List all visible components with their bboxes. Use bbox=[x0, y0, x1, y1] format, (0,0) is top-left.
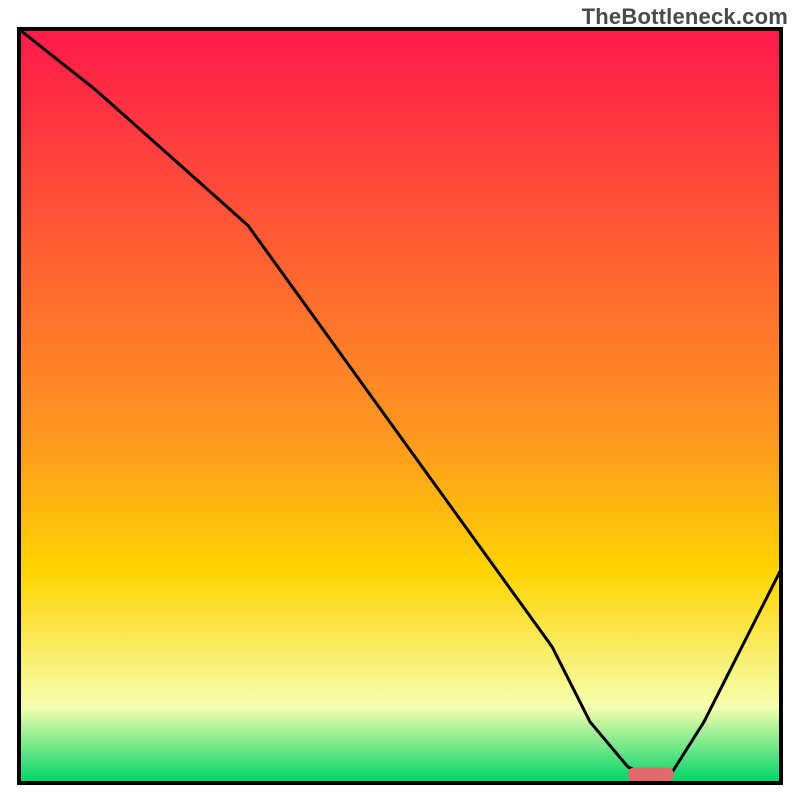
optimal-range-marker bbox=[628, 768, 674, 782]
gradient-background bbox=[20, 30, 780, 782]
watermark-text: TheBottleneck.com bbox=[582, 4, 788, 30]
bottleneck-chart bbox=[0, 0, 800, 800]
chart-frame: TheBottleneck.com bbox=[0, 0, 800, 800]
